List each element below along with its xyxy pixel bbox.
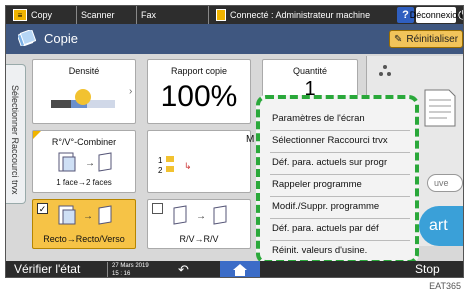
menu-item-edit-program[interactable]: Modif./Suppr. programme (272, 201, 379, 212)
svg-text:↳: ↳ (184, 161, 192, 171)
eraser-icon: ✎ (393, 33, 403, 45)
select-shortcut-tab[interactable]: Sélectionner Raccourci trvx (6, 64, 26, 204)
options-menu: Paramètres de l'écran Sélectionner Racco… (256, 95, 419, 264)
menu-divider (270, 174, 410, 175)
menu-divider (270, 218, 410, 219)
bottom-bar: Vérifier l'état 27 Mars 2019 15 : 16 ↶ S… (6, 261, 463, 277)
checkbox-icon (152, 203, 163, 214)
app-tab-copy[interactable]: ≡ Copy (6, 6, 76, 24)
date-time: 27 Mars 2019 15 : 16 (107, 262, 149, 277)
app-tab-fax[interactable]: Fax (136, 6, 208, 24)
app-header: Copie ✎ Réinitialiser (6, 24, 463, 54)
start-button[interactable]: art (419, 206, 463, 246)
svg-text:→: → (83, 211, 93, 222)
copy-icon (18, 30, 36, 46)
menu-divider (270, 130, 410, 131)
recto-verso-card[interactable]: ✓ → Recto→Recto/Verso (32, 199, 136, 249)
duplex-icon: → (58, 152, 112, 172)
chevron-right-icon: › (129, 86, 133, 97)
duplex-combine-card[interactable]: R°/V°-Combiner → 1 face→2 faces (32, 130, 136, 193)
menu-item-save-to-program[interactable]: Déf. para. actuels sur progr (272, 157, 387, 168)
stop-button[interactable]: Stop (415, 262, 440, 276)
paper-tray-icon: 1 2 ↳ (158, 156, 192, 175)
more-options-icon[interactable] (377, 64, 393, 78)
duplex-to-duplex-card[interactable]: → R/V→R/V (147, 199, 251, 249)
tray-label: M (246, 134, 255, 145)
menu-divider (270, 196, 410, 197)
menu-item-select-shortcut[interactable]: Sélectionner Raccourci trvx (272, 135, 388, 146)
density-slider-icon (51, 89, 115, 108)
app-tab-scanner[interactable]: Scanner (76, 6, 136, 24)
login-status: Connecté : Administrateur machine (208, 6, 388, 24)
back-arrow-icon[interactable]: ↶ (178, 261, 189, 277)
svg-text:→: → (85, 158, 95, 169)
duplex-to-duplex-icon: → (173, 205, 227, 225)
logout-button[interactable]: Déconnexion (410, 7, 462, 23)
document-preview-icon (424, 89, 456, 127)
menu-item-factory-reset[interactable]: Réinit. valeurs d'usine. (272, 245, 367, 256)
checkbox-checked-icon: ✓ (37, 203, 48, 214)
page-title: Copie (44, 31, 78, 46)
svg-text:1: 1 (158, 156, 163, 165)
menu-divider (270, 240, 410, 241)
save-button[interactable]: uve (427, 174, 463, 192)
svg-text:2: 2 (158, 166, 163, 175)
reset-button[interactable]: ✎ Réinitialiser (389, 30, 463, 48)
figure-caption: EAT365 (429, 281, 461, 291)
copy-ratio-card[interactable]: Rapport copie 100% (147, 59, 251, 124)
user-icon (216, 9, 226, 21)
power-icon[interactable]: ⏻ (458, 8, 463, 22)
device-screen: ≡ Copy Scanner Fax Connecté : Administra… (5, 5, 464, 278)
menu-divider (270, 152, 410, 153)
status-bar: ≡ Copy Scanner Fax Connecté : Administra… (6, 6, 463, 24)
svg-text:→: → (196, 211, 206, 222)
printer-icon: ≡ (13, 9, 27, 21)
home-button[interactable] (220, 261, 260, 277)
simplex-to-duplex-icon: → (58, 205, 112, 225)
density-card[interactable]: Densité › (32, 59, 136, 124)
paper-tray-card[interactable]: 1 2 ↳ (147, 130, 251, 193)
menu-item-screen-settings[interactable]: Paramètres de l'écran (272, 113, 365, 124)
menu-item-recall-program[interactable]: Rappeler programme (272, 179, 362, 190)
home-icon (233, 264, 247, 276)
check-status-button[interactable]: Vérifier l'état (14, 262, 80, 276)
menu-item-set-as-default[interactable]: Déf. para. actuels par déf (272, 223, 379, 234)
